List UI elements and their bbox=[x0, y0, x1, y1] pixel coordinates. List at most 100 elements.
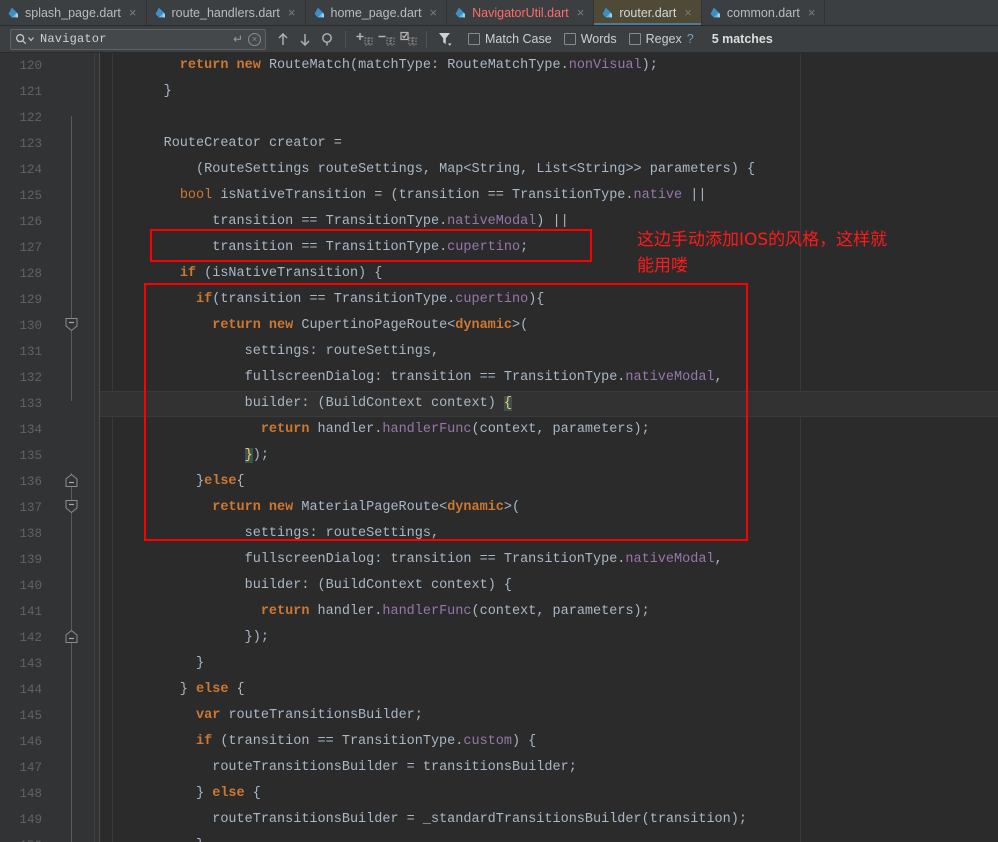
enter-icon[interactable]: ↵ bbox=[233, 32, 243, 46]
code-line[interactable]: fullscreenDialog: transition == Transiti… bbox=[100, 547, 998, 573]
code-line[interactable]: if (transition == TransitionType.custom)… bbox=[100, 729, 998, 755]
fold-rail bbox=[71, 613, 72, 842]
tab-label: router.dart bbox=[619, 5, 677, 20]
search-input-value[interactable]: Navigator bbox=[40, 32, 233, 46]
editor-tab-common[interactable]: common.dart × bbox=[701, 0, 826, 25]
filter-button[interactable] bbox=[434, 28, 456, 50]
regex-checkbox[interactable]: Regex bbox=[628, 32, 682, 46]
match-case-checkbox[interactable]: Match Case bbox=[468, 32, 552, 46]
line-number: 149 bbox=[19, 813, 42, 827]
tab-label: route_handlers.dart bbox=[171, 5, 280, 20]
code-line[interactable]: settings: routeSettings, bbox=[100, 521, 998, 547]
line-number: 141 bbox=[19, 605, 42, 619]
line-number: 138 bbox=[19, 527, 42, 541]
code-line[interactable]: settings: routeSettings, bbox=[100, 339, 998, 365]
code-line[interactable]: if(transition == TransitionType.cupertin… bbox=[100, 287, 998, 313]
code-line[interactable]: var routeTransitionsBuilder; bbox=[100, 703, 998, 729]
code-line[interactable]: bool isNativeTransition = (transition ==… bbox=[100, 183, 998, 209]
code-lines: return new RouteMatch(matchType: RouteMa… bbox=[100, 53, 998, 842]
dart-file-icon bbox=[313, 6, 326, 19]
checkbox-icon[interactable] bbox=[468, 33, 480, 45]
code-line[interactable]: routeTransitionsBuilder = _standardTrans… bbox=[100, 807, 998, 833]
close-icon[interactable]: × bbox=[287, 6, 297, 19]
editor-tab-navigator-util[interactable]: NavigatorUtil.dart × bbox=[447, 0, 595, 25]
dart-file-icon bbox=[601, 6, 614, 19]
editor-tab-route-handlers[interactable]: route_handlers.dart × bbox=[146, 0, 306, 25]
code-text-area[interactable]: return new RouteMatch(matchType: RouteMa… bbox=[100, 53, 998, 842]
code-line[interactable]: (RouteSettings routeSettings, Map<String… bbox=[100, 157, 998, 183]
code-line[interactable]: routeTransitionsBuilder = transitionsBui… bbox=[100, 755, 998, 781]
code-line[interactable]: fullscreenDialog: transition == Transiti… bbox=[100, 365, 998, 391]
code-line[interactable]: }else{ bbox=[100, 469, 998, 495]
line-number: 145 bbox=[19, 709, 42, 723]
code-line[interactable]: } else { bbox=[100, 677, 998, 703]
line-number: 122 bbox=[19, 111, 42, 125]
code-line[interactable]: }); bbox=[100, 443, 998, 469]
code-line[interactable] bbox=[100, 105, 998, 131]
line-number: 123 bbox=[19, 137, 42, 151]
code-line[interactable]: return new CupertinoPageRoute<dynamic>( bbox=[100, 313, 998, 339]
close-icon[interactable]: × bbox=[683, 6, 693, 19]
find-previous-button[interactable] bbox=[272, 28, 294, 50]
regex-label: Regex bbox=[645, 32, 682, 46]
annotation-note-line-2: 能用喽 bbox=[637, 256, 688, 276]
editor-tab-home-page[interactable]: home_page.dart × bbox=[305, 0, 448, 25]
match-case-label: Match Case bbox=[485, 32, 552, 46]
search-icon[interactable] bbox=[15, 33, 34, 45]
search-input[interactable]: Navigator ↵ × bbox=[10, 28, 266, 50]
fold-end-icon[interactable] bbox=[64, 629, 79, 644]
find-next-button[interactable] bbox=[294, 28, 316, 50]
expanded-fold-icon[interactable] bbox=[64, 499, 79, 514]
code-line[interactable]: return new MaterialPageRoute<dynamic>( bbox=[100, 495, 998, 521]
dart-file-icon bbox=[154, 6, 167, 19]
code-line[interactable]: } bbox=[100, 651, 998, 677]
match-count-label: 5 matches bbox=[711, 32, 773, 46]
line-number: 128 bbox=[19, 267, 42, 281]
code-line[interactable]: RouteCreator creator = bbox=[100, 131, 998, 157]
line-number: 125 bbox=[19, 189, 42, 203]
code-line[interactable]: return handler.handlerFunc(context, para… bbox=[100, 417, 998, 443]
line-number: 130 bbox=[19, 319, 42, 333]
code-line[interactable]: return handler.handlerFunc(context, para… bbox=[100, 599, 998, 625]
code-line[interactable]: builder: (BuildContext context) { bbox=[100, 391, 998, 417]
words-label: Words bbox=[580, 32, 617, 46]
code-line[interactable]: }); bbox=[100, 625, 998, 651]
line-number: 142 bbox=[19, 631, 42, 645]
code-line[interactable]: } bbox=[100, 79, 998, 105]
line-number: 136 bbox=[19, 475, 42, 489]
line-number: 150 bbox=[0, 833, 48, 842]
close-icon[interactable]: × bbox=[807, 6, 817, 19]
checkbox-icon[interactable] bbox=[628, 33, 641, 45]
tab-bar-filler bbox=[825, 0, 998, 25]
code-line[interactable]: return new RouteMatch(matchType: RouteMa… bbox=[100, 53, 998, 79]
code-line[interactable]: if (isNativeTransition) { bbox=[100, 261, 998, 287]
code-line[interactable]: builder: (BuildContext context) { bbox=[100, 573, 998, 599]
fold-end-icon[interactable] bbox=[64, 473, 79, 488]
expanded-fold-icon[interactable] bbox=[64, 317, 79, 332]
add-occurrence-button[interactable] bbox=[353, 28, 375, 50]
editor-tab-bar: splash_page.dart × route_handlers.dart ×… bbox=[0, 0, 998, 26]
line-number: 148 bbox=[19, 787, 42, 801]
editor-tab-router[interactable]: router.dart × bbox=[594, 0, 702, 25]
code-line[interactable]: } bbox=[100, 833, 998, 842]
fold-rail bbox=[71, 473, 72, 613]
ide-window: splash_page.dart × route_handlers.dart ×… bbox=[0, 0, 998, 842]
clear-search-icon[interactable]: × bbox=[248, 32, 261, 46]
code-editor[interactable]: 120 121 122 123 124 125 126 127 128 129 … bbox=[0, 53, 998, 842]
line-number: 127 bbox=[19, 241, 42, 255]
remove-occurrence-button[interactable] bbox=[375, 28, 397, 50]
editor-gutter[interactable]: 120 121 122 123 124 125 126 127 128 129 … bbox=[0, 53, 100, 842]
checkbox-icon[interactable] bbox=[563, 33, 576, 45]
close-icon[interactable]: × bbox=[128, 6, 138, 19]
close-icon[interactable]: × bbox=[576, 6, 586, 19]
line-number: 137 bbox=[19, 501, 42, 515]
line-number: 131 bbox=[19, 345, 42, 359]
code-line[interactable]: } else { bbox=[100, 781, 998, 807]
select-all-occurrences-button[interactable] bbox=[397, 28, 419, 50]
find-in-selection-button[interactable] bbox=[316, 28, 338, 50]
close-icon[interactable]: × bbox=[429, 6, 439, 19]
editor-tab-splash-page[interactable]: splash_page.dart × bbox=[0, 0, 147, 25]
regex-help-icon[interactable]: ? bbox=[687, 32, 694, 46]
words-checkbox[interactable]: Words bbox=[563, 32, 617, 46]
line-number: 129 bbox=[19, 293, 42, 307]
